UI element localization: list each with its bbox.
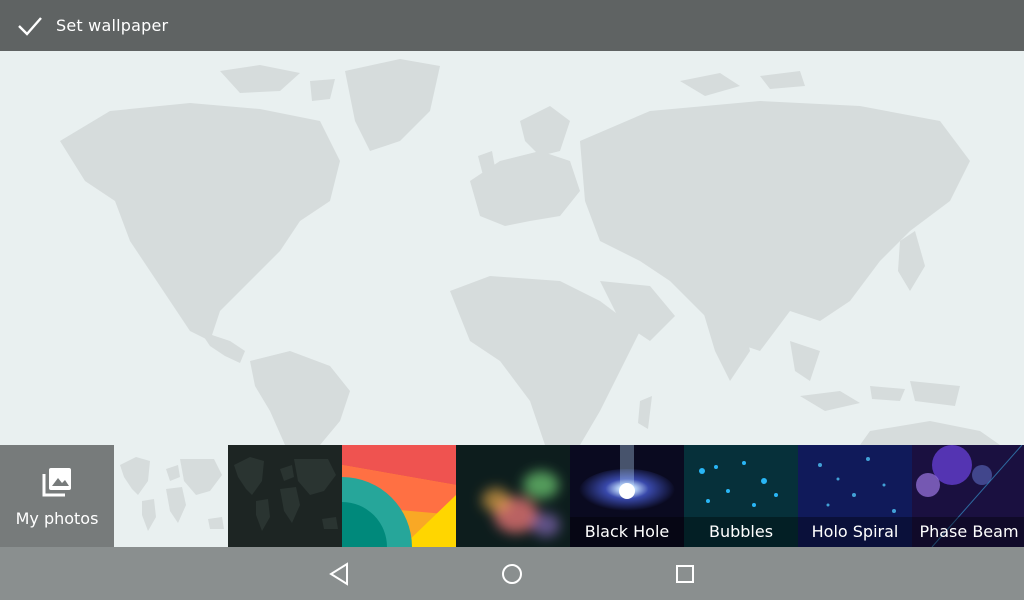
world-map-image xyxy=(60,59,1000,445)
home-button[interactable] xyxy=(497,559,527,589)
wallpaper-tile-light-map[interactable] xyxy=(114,445,228,547)
recents-button[interactable] xyxy=(670,559,700,589)
blur-thumbnail xyxy=(456,445,570,547)
wallpaper-tile-phase-beam[interactable]: Phase Beam xyxy=(912,445,1024,547)
my-photos-label: My photos xyxy=(15,508,99,528)
recents-icon xyxy=(676,565,694,583)
wallpaper-tile-blur[interactable] xyxy=(456,445,570,547)
wallpaper-tile-label: Bubbles xyxy=(684,517,798,547)
my-photos-button[interactable]: My photos xyxy=(0,445,114,547)
wallpaper-tile-geometric[interactable] xyxy=(342,445,456,547)
check-icon xyxy=(18,16,42,36)
set-wallpaper-label: Set wallpaper xyxy=(56,16,169,35)
navigation-bar xyxy=(0,547,1024,600)
wallpaper-preview xyxy=(0,51,1024,445)
back-button[interactable] xyxy=(325,559,355,589)
dark-map-thumbnail xyxy=(228,445,342,547)
back-icon xyxy=(329,562,348,586)
wallpaper-picker: My photos Black Hole Bubbles Holo Spiral… xyxy=(0,445,1024,547)
wallpaper-tile-holo-spiral[interactable]: Holo Spiral xyxy=(798,445,912,547)
wallpaper-tile-dark-map[interactable] xyxy=(228,445,342,547)
wallpaper-tile-black-hole[interactable]: Black Hole xyxy=(570,445,684,547)
light-map-thumbnail xyxy=(114,445,228,547)
set-wallpaper-button[interactable]: Set wallpaper xyxy=(0,0,168,51)
wallpaper-tile-bubbles[interactable]: Bubbles xyxy=(684,445,798,547)
home-icon xyxy=(502,564,522,584)
wallpaper-tile-label: Holo Spiral xyxy=(798,517,912,547)
geometric-thumbnail xyxy=(342,445,456,547)
wallpaper-tile-label: Black Hole xyxy=(570,517,684,547)
wallpaper-tile-label: Phase Beam xyxy=(912,517,1024,547)
photo-library-icon xyxy=(42,467,71,496)
action-bar: Set wallpaper xyxy=(0,0,1024,51)
